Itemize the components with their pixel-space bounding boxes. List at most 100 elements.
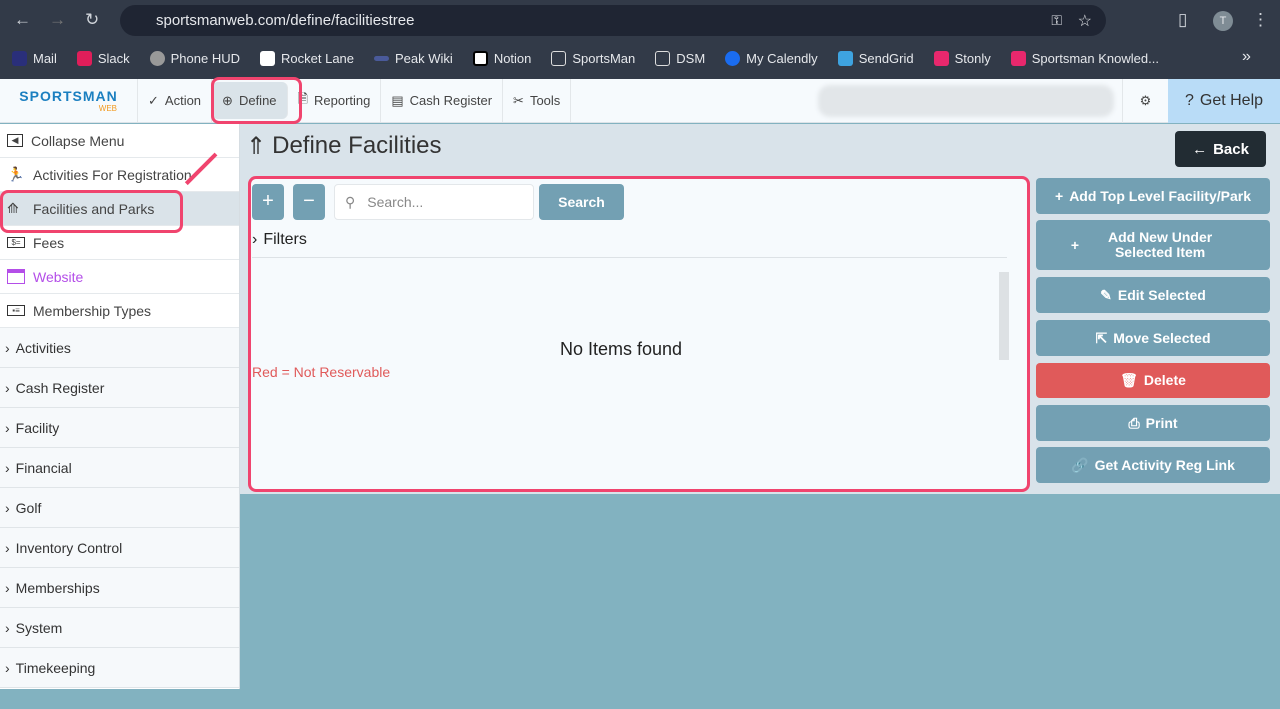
nav-cash-register[interactable]: ▤ Cash Register <box>381 79 504 122</box>
sidebar-section[interactable]: › Golf <box>0 488 239 528</box>
bookmark-folder[interactable]: DSM <box>655 50 706 66</box>
sidebar-section[interactable]: › Activities <box>0 328 239 368</box>
sidepanel-icon[interactable]: ▯ <box>1178 10 1187 30</box>
id-card-icon: ▪≡ <box>7 305 25 316</box>
add-under-selected-button[interactable]: + Add New Under Selected Item <box>1036 220 1270 270</box>
sidebar-label: Website <box>33 268 84 285</box>
check-icon: ✓ <box>148 92 159 108</box>
bookmark[interactable]: Mail <box>12 50 57 66</box>
sidebar-section[interactable]: › Facility <box>0 408 239 448</box>
sidebar-label: Activities <box>15 339 71 356</box>
nav-label: Reporting <box>313 93 371 108</box>
key-icon[interactable]: ⚿ <box>1051 12 1062 29</box>
sidebar-label: Activities For Registration <box>33 166 192 183</box>
bookmark-label: Slack <box>97 50 130 66</box>
button-label: Get Activity Reg Link <box>1094 456 1235 473</box>
sidebar-section[interactable]: › Financial <box>0 448 239 488</box>
sidebar-collapse-menu[interactable]: ◀ Collapse Menu <box>0 124 239 158</box>
nav-label: Cash Register <box>409 93 493 108</box>
bookmark[interactable]: Phone HUD <box>149 50 240 66</box>
sidebar-label: Collapse Menu <box>31 132 125 149</box>
move-selected-button[interactable]: ⇱ Move Selected <box>1036 320 1270 356</box>
sidebar-section[interactable]: › Memberships <box>0 568 239 608</box>
chevron-right-icon: › <box>5 499 10 516</box>
sidebar-label: System <box>15 619 63 636</box>
search-input[interactable]: ⚲ Search... <box>334 184 534 220</box>
scrollbar[interactable] <box>999 272 1009 360</box>
chevron-right-icon: › <box>5 339 10 356</box>
collapse-all-button[interactable]: − <box>293 184 325 220</box>
forward-arrow-icon[interactable]: → <box>49 10 66 30</box>
back-button[interactable]: ← Back <box>1175 131 1266 167</box>
bookmark[interactable]: Peak Wiki <box>374 51 453 66</box>
tree-icon: ⇑ <box>246 133 267 160</box>
bookmark[interactable]: Stonly <box>933 50 991 66</box>
add-top-level-button[interactable]: + Add Top Level Facility/Park <box>1036 178 1270 214</box>
bookmark-label: Notion <box>493 50 532 66</box>
bookmark-label: SportsMan <box>572 50 636 66</box>
bookmark[interactable]: Sportsman Knowled... <box>1010 50 1159 66</box>
print-button[interactable]: ⎙ Print <box>1036 405 1270 441</box>
button-label: Delete <box>1143 372 1186 388</box>
chevron-right-icon: › <box>5 379 10 396</box>
sidebar-label: Inventory Control <box>15 539 123 556</box>
gear-icon[interactable]: ⚙ <box>1122 79 1168 123</box>
blurred-user-info <box>818 85 1114 117</box>
search-icon: ⚲ <box>345 193 356 210</box>
nav-label: Action <box>164 93 202 108</box>
back-arrow-icon[interactable]: ← <box>14 10 31 30</box>
bookmark[interactable]: My Calendly <box>725 50 818 66</box>
bookmark-label: Peak Wiki <box>395 50 453 66</box>
search-button[interactable]: Search <box>539 184 624 220</box>
app-navbar: SPORTSMAN WEB ✓ Action ⊕ Define 🗎 Reporting… <box>0 79 1280 123</box>
nav-tools[interactable]: ✂ Tools <box>503 79 572 122</box>
delete-button[interactable]: 🗑 Delete <box>1036 363 1270 398</box>
sidebar-section[interactable]: › Timekeeping <box>0 648 239 688</box>
bookmark-folder[interactable]: SportsMan <box>551 50 636 66</box>
sidebar-section[interactable]: › Cash Register <box>0 368 239 408</box>
sidebar-label: Fees <box>33 234 65 251</box>
sidebar-section[interactable]: › System <box>0 608 239 648</box>
nav-action[interactable]: ✓ Action <box>138 79 213 122</box>
get-help-button[interactable]: ? Get Help <box>1168 79 1280 123</box>
sidebar-label: Memberships <box>15 579 100 596</box>
sidebar-label: Financial <box>15 459 72 476</box>
expand-all-button[interactable]: + <box>252 184 284 220</box>
bookmark-label: DSM <box>676 50 706 66</box>
sidebar-label: Golf <box>15 499 42 516</box>
star-icon[interactable]: ☆ <box>1078 11 1092 31</box>
edit-selected-button[interactable]: ✎ Edit Selected <box>1036 277 1270 313</box>
button-label: Move Selected <box>1113 329 1211 346</box>
menu-icon[interactable]: ⋮ <box>1252 10 1269 30</box>
bookmark[interactable]: Notion <box>472 50 532 66</box>
tools-icon: ✂ <box>513 92 524 108</box>
bookmark-label: Rocket Lane <box>281 50 355 66</box>
browser-window-icon <box>7 269 25 284</box>
bookmark[interactable]: Rocket Lane <box>260 50 355 66</box>
button-label: Add Top Level Facility/Park <box>1069 187 1251 204</box>
chevron-right-icon: › <box>5 579 10 596</box>
register-icon: ▤ <box>391 92 404 108</box>
sidebar-section[interactable]: › Inventory Control <box>0 528 239 568</box>
filters-toggle[interactable]: › Filters <box>252 231 307 249</box>
url-bar[interactable]: sportsmanweb.com/define/facilitiestree ☆… <box>120 5 1106 36</box>
running-icon: 🏃 <box>7 166 25 182</box>
printer-icon: ⎙ <box>1128 414 1140 431</box>
sidebar-item-website[interactable]: Website <box>0 260 239 294</box>
avatar[interactable]: T <box>1213 11 1233 31</box>
bookmark[interactable]: SendGrid <box>837 50 914 66</box>
pointer-icon: ⇱ <box>1095 329 1108 346</box>
get-activity-reg-link-button[interactable]: 🔗 Get Activity Reg Link <box>1036 447 1270 483</box>
button-label: Add New Under Selected Item <box>1107 229 1213 260</box>
logo-text: SPORTSMAN <box>19 88 118 104</box>
nav-label: Tools <box>529 93 561 108</box>
sidebar-label: Timekeeping <box>15 659 96 676</box>
logo[interactable]: SPORTSMAN WEB <box>0 79 138 122</box>
chevron-right-icon: › <box>5 539 10 556</box>
sidebar-item-membership-types[interactable]: ▪≡ Membership Types <box>0 294 239 328</box>
bookmark[interactable]: Slack <box>76 50 130 66</box>
help-label: Get Help <box>1199 92 1264 109</box>
more-bookmarks-icon[interactable]: » <box>1242 48 1251 66</box>
main-content: ⇑ Define Facilities ← Back + − ⚲ Search... … <box>240 124 1280 494</box>
reload-icon[interactable]: ↻ <box>85 10 99 30</box>
